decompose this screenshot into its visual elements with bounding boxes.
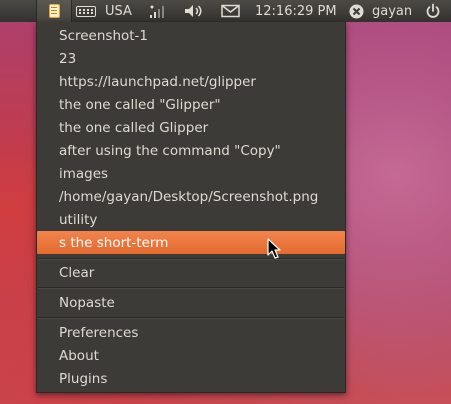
glipper-menu: Screenshot-1 23 https://launchpad.net/gl… — [36, 22, 346, 393]
menu-separator — [38, 258, 344, 260]
history-item-selected[interactable]: s the short-term — [37, 231, 345, 254]
history-item[interactable]: the one called Glipper — [37, 116, 345, 139]
keyboard-layout-label: USA — [105, 3, 132, 19]
nopaste-menu-item[interactable]: Nopaste — [37, 291, 345, 314]
menu-separator — [38, 287, 344, 289]
mouse-cursor-icon — [267, 238, 281, 259]
power-icon — [426, 3, 440, 18]
history-item[interactable]: the one called "Glipper" — [37, 93, 345, 116]
session-indicator[interactable] — [425, 0, 441, 22]
history-item[interactable]: /home/gayan/Desktop/Screenshot.png — [37, 185, 345, 208]
volume-indicator[interactable] — [183, 0, 205, 22]
keyboard-icon — [76, 5, 96, 17]
clear-menu-item[interactable]: Clear — [37, 261, 345, 284]
keyboard-indicator[interactable]: USA — [76, 0, 132, 22]
user-indicator[interactable]: gayan — [349, 0, 412, 22]
plugins-menu-item[interactable]: Plugins — [37, 367, 345, 390]
user-status-icon — [349, 4, 364, 18]
volume-icon — [185, 5, 202, 17]
network-signal-icon — [150, 5, 164, 18]
history-item[interactable]: https://launchpad.net/glipper — [37, 70, 345, 93]
history-item[interactable]: images — [37, 162, 345, 185]
glipper-indicator-button[interactable] — [36, 0, 72, 22]
menu-separator — [38, 317, 344, 319]
messaging-indicator[interactable] — [221, 0, 240, 22]
clock[interactable]: 12:16:29 PM — [255, 0, 337, 22]
history-item[interactable]: Screenshot-1 — [37, 24, 345, 47]
network-indicator[interactable] — [149, 0, 167, 22]
history-item[interactable]: utility — [37, 208, 345, 231]
about-menu-item[interactable]: About — [37, 344, 345, 367]
mail-icon — [221, 4, 240, 18]
clipboard-icon — [48, 4, 60, 18]
clock-label: 12:16:29 PM — [255, 3, 337, 19]
history-item[interactable]: 23 — [37, 47, 345, 70]
top-panel: USA 12:16:29 PM gayan — [0, 0, 451, 22]
preferences-menu-item[interactable]: Preferences — [37, 321, 345, 344]
history-item[interactable]: after using the command "Copy" — [37, 139, 345, 162]
user-name-label: gayan — [372, 3, 413, 19]
